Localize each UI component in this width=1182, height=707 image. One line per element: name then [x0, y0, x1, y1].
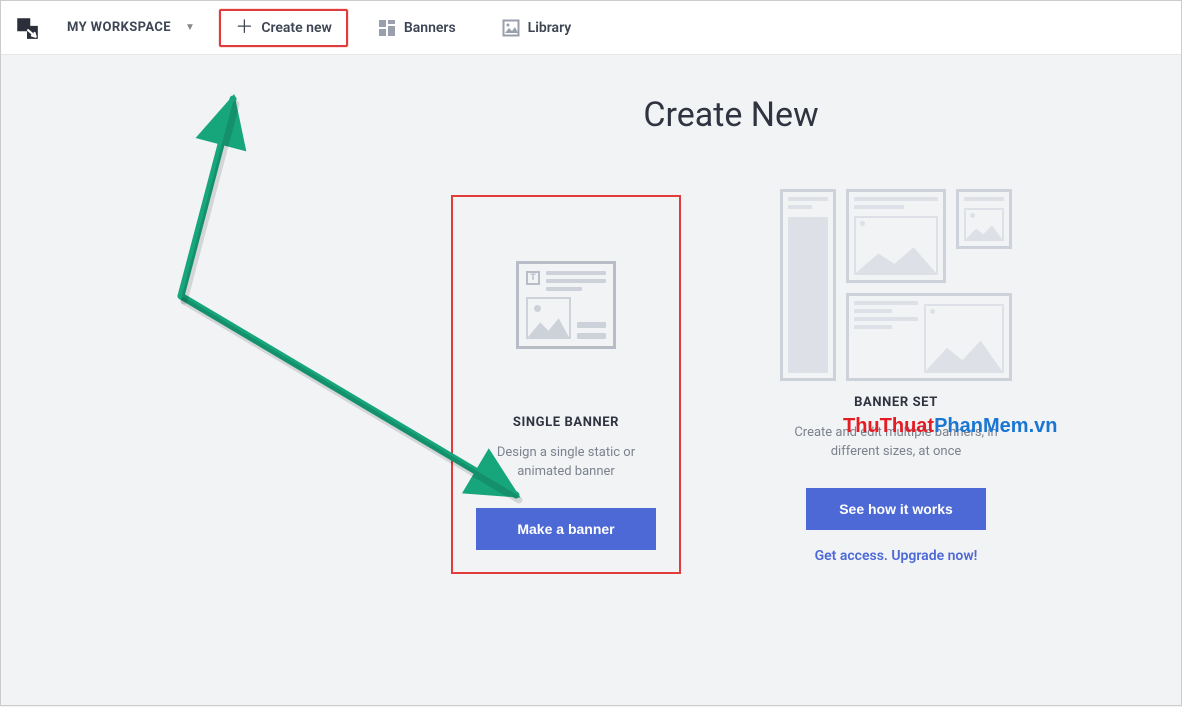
cards-row: T SINGLE BANNER Design a single static o… [281, 195, 1181, 574]
banner-set-illustration-icon [781, 195, 1011, 375]
create-new-label: Create new [261, 20, 332, 36]
workspace-dropdown[interactable]: MY WORKSPACE ▼ [57, 14, 205, 41]
banners-label: Banners [404, 20, 456, 36]
see-how-it-works-button[interactable]: See how it works [806, 488, 986, 530]
single-banner-desc: Design a single static or animated banne… [463, 444, 669, 482]
upgrade-link[interactable]: Get access. Upgrade now! [781, 548, 1011, 564]
banners-icon [378, 19, 396, 37]
make-a-banner-button[interactable]: Make a banner [476, 508, 656, 550]
banner-set-title: BANNER SET [781, 395, 1011, 410]
create-new-button[interactable]: ＋ Create new [219, 9, 348, 47]
banner-set-card[interactable]: BANNER SET Create and edit multiple bann… [781, 195, 1011, 574]
workspace-label: MY WORKSPACE [67, 20, 171, 35]
library-nav-button[interactable]: Library [486, 9, 588, 47]
single-banner-title: SINGLE BANNER [463, 415, 669, 430]
library-label: Library [528, 20, 572, 36]
main-content: Create New T SINGLE BANNER Design a sing… [1, 55, 1181, 705]
app-logo-icon [13, 14, 41, 42]
page-title: Create New [281, 95, 1181, 135]
plus-icon: ＋ [235, 19, 253, 37]
banner-set-desc: Create and edit multiple banners, in dif… [781, 424, 1011, 462]
top-navbar: MY WORKSPACE ▼ ＋ Create new Banners Libr… [1, 1, 1181, 55]
banners-nav-button[interactable]: Banners [362, 9, 472, 47]
single-banner-card[interactable]: T SINGLE BANNER Design a single static o… [451, 195, 681, 574]
single-banner-illustration-icon: T [463, 215, 669, 395]
chevron-down-icon: ▼ [185, 22, 195, 33]
library-icon [502, 19, 520, 37]
